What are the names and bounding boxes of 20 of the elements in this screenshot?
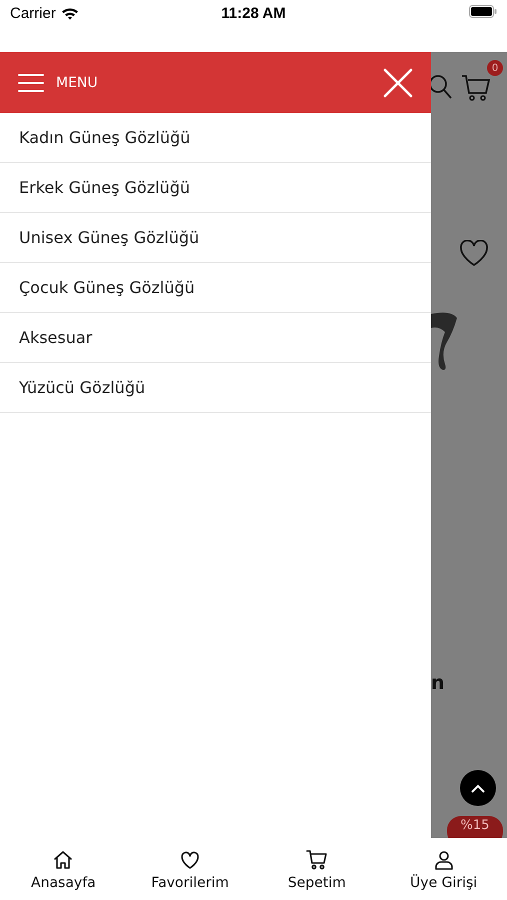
scroll-top-button[interactable]: [460, 770, 496, 806]
close-icon[interactable]: [383, 68, 413, 98]
menu-title: MENU: [56, 74, 99, 90]
menu-icon[interactable]: [18, 72, 44, 92]
cart-icon[interactable]: [461, 74, 491, 102]
search-icon[interactable]: [431, 74, 453, 100]
tab-bar-item[interactable]: Favorilerim: [135, 848, 246, 890]
cart-count-badge: 0: [487, 60, 503, 76]
text-fragment: n: [431, 672, 446, 696]
tab-bar-item[interactable]: Sepetim: [262, 848, 372, 890]
chevron-up-icon: [471, 784, 485, 792]
discount-badge: %15: [447, 816, 503, 838]
heart-icon[interactable]: [459, 240, 489, 267]
wifi-icon: [60, 7, 79, 20]
carrier-label: Carrier: [10, 5, 56, 22]
tab-bar-item[interactable]: Üye Girişi: [388, 848, 499, 890]
clock-time: 11:28 AM: [221, 5, 286, 22]
battery-icon: [468, 5, 497, 18]
tab-bar-item[interactable]: Anasayfa: [8, 848, 118, 890]
cart-icon: [304, 848, 329, 872]
